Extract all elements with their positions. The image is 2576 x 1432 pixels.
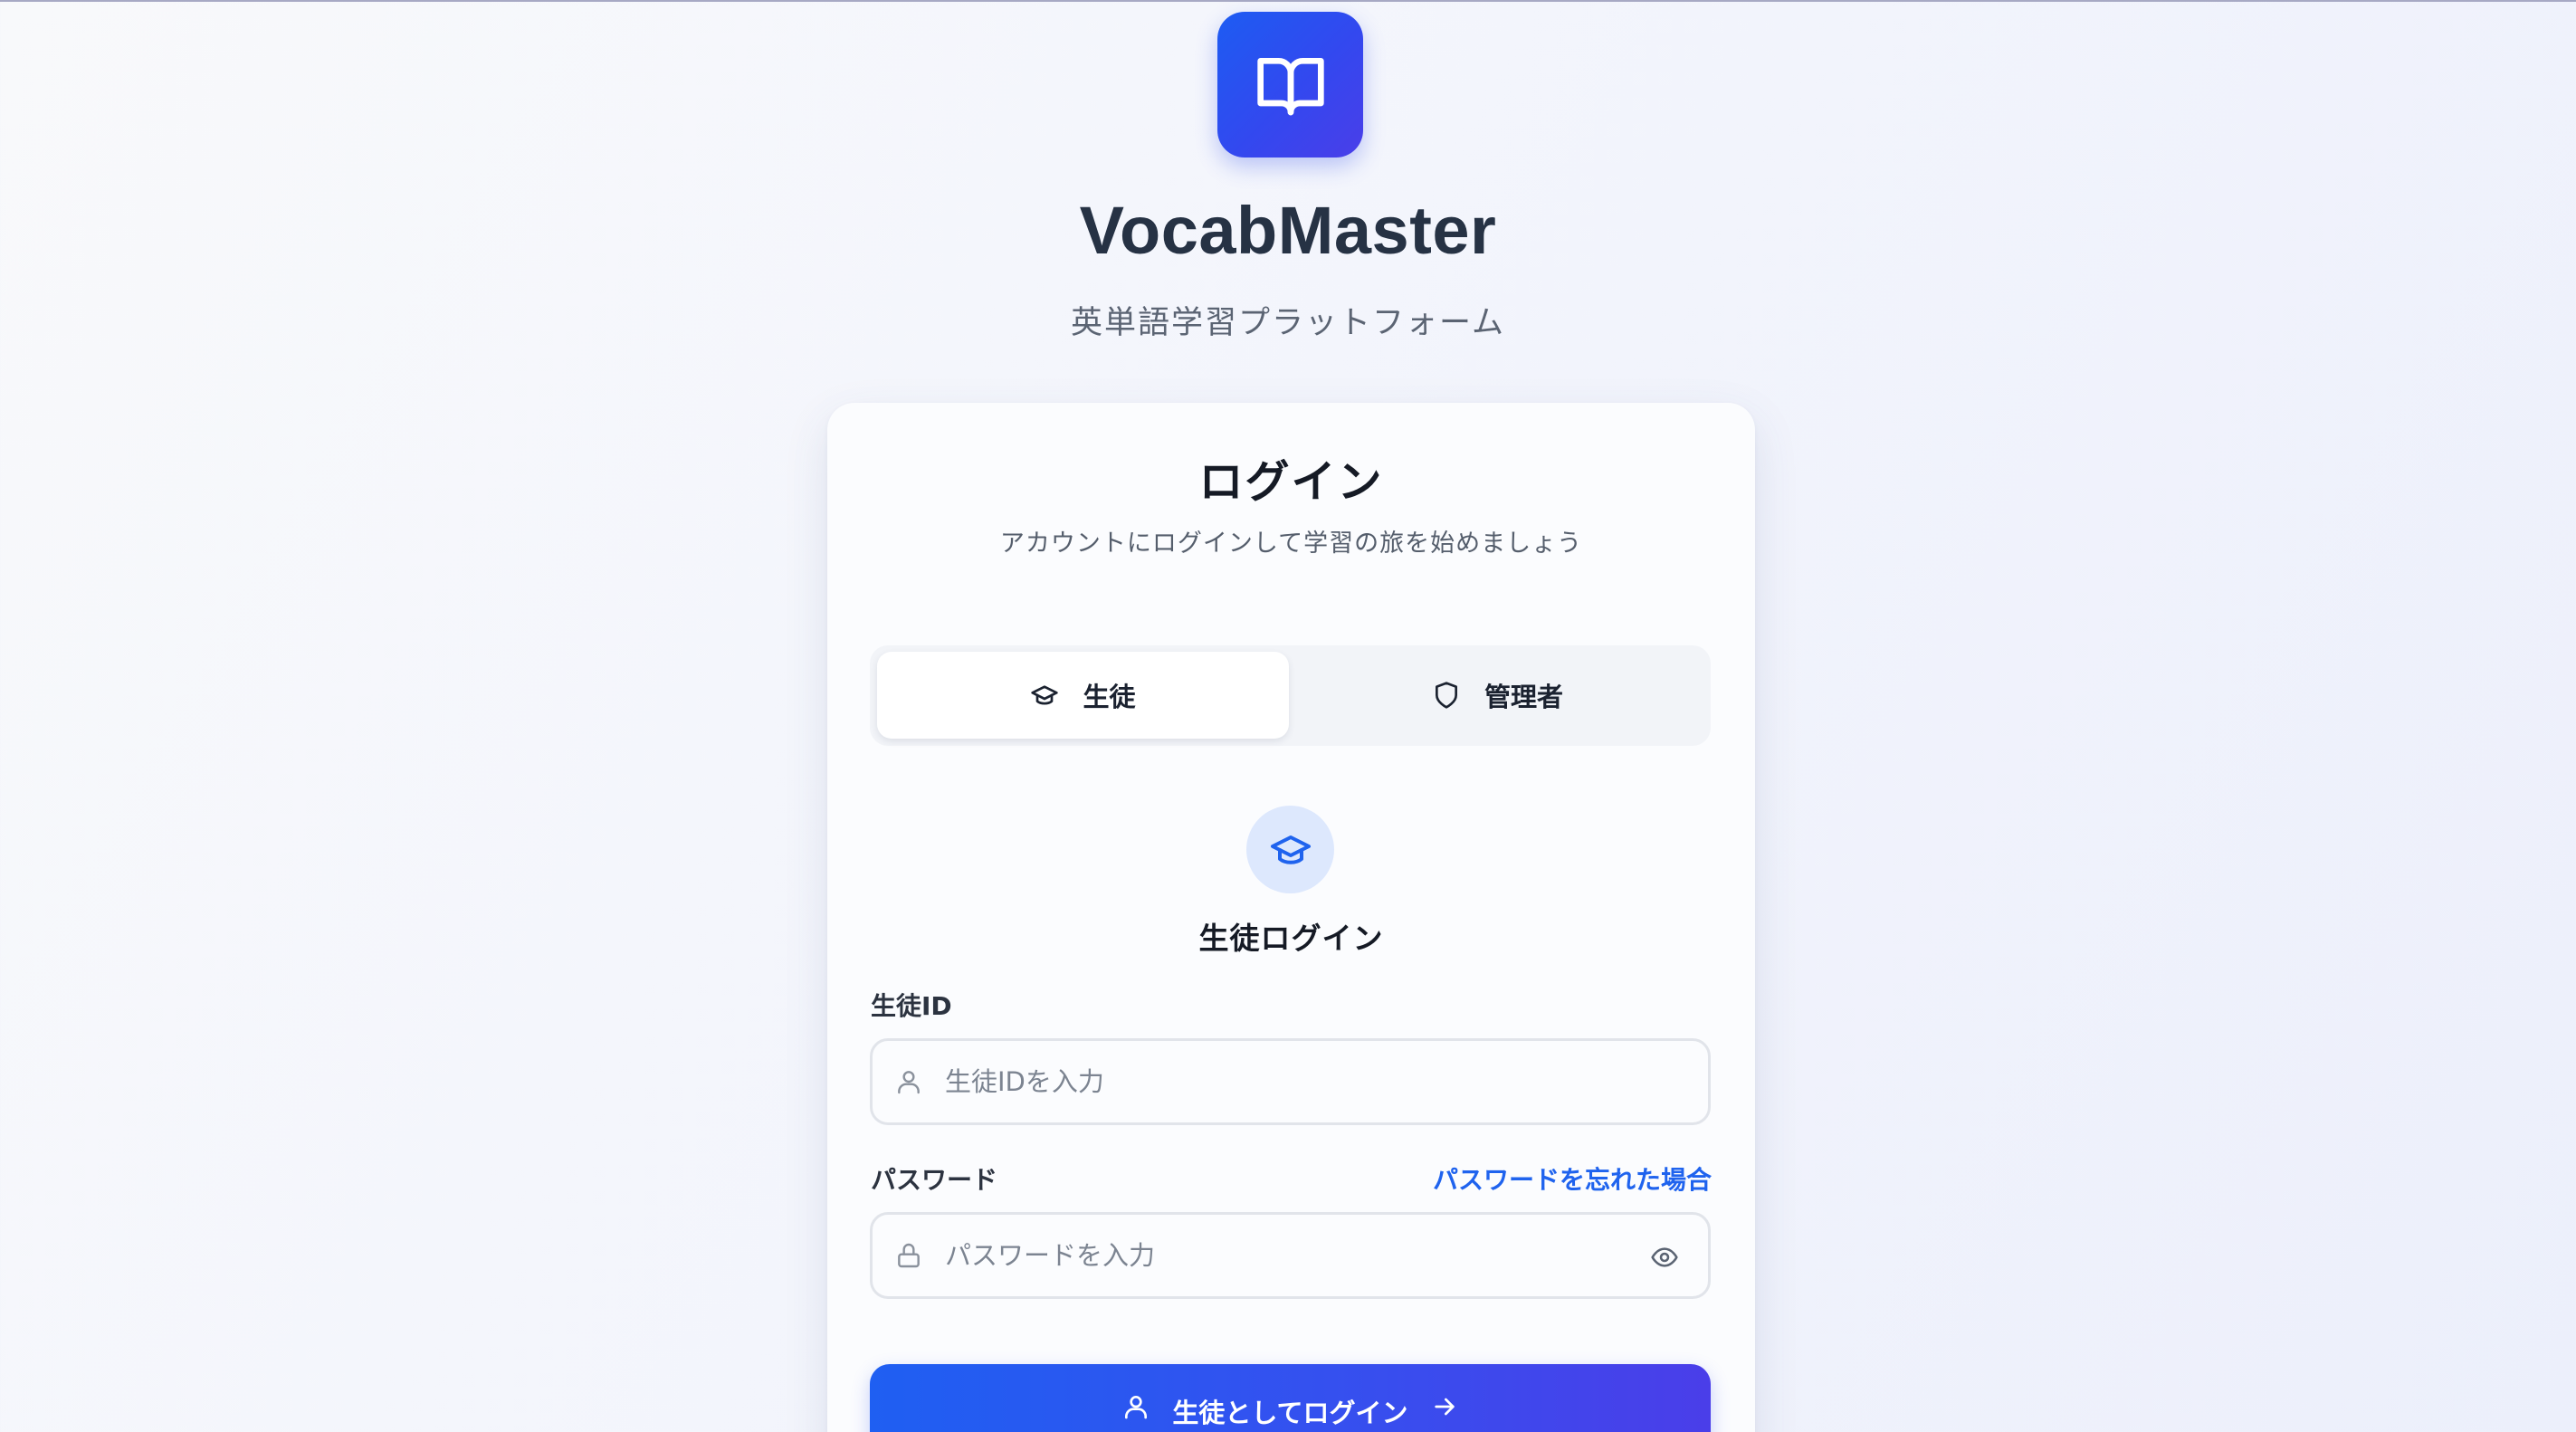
app-tagline: 英単語学習プラットフォーム: [1071, 305, 1505, 341]
student-login-button[interactable]: 生徒としてログイン: [870, 1364, 1711, 1432]
student-id-label: 生徒ID: [871, 991, 952, 1021]
app-logo: [1217, 12, 1363, 158]
user-icon: [894, 1067, 923, 1096]
open-book-icon: [1255, 49, 1327, 121]
login-title: ログイン: [1198, 456, 1384, 508]
window-top-border: [0, 0, 2576, 2]
arrow-right-icon: [1430, 1392, 1459, 1421]
tab-student-label: 生徒: [1083, 682, 1136, 712]
login-subtitle: アカウントにログインして学習の旅を始めましょう: [999, 530, 1583, 558]
forgot-password-link[interactable]: パスワードを忘れた場合: [1433, 1160, 1712, 1197]
password-label: パスワード: [871, 1165, 998, 1195]
student-id-field: [870, 1038, 1711, 1125]
app-title: VocabMaster: [1079, 193, 1497, 268]
role-badge: [1246, 806, 1334, 893]
student-id-input[interactable]: [945, 1041, 1651, 1122]
role-tabs: 生徒 管理者: [870, 645, 1711, 746]
lock-icon: [894, 1241, 923, 1270]
graduation-cap-icon: [1030, 681, 1059, 710]
role-title: 生徒ログイン: [1198, 921, 1384, 956]
password-input[interactable]: [945, 1215, 1651, 1296]
user-icon: [1121, 1392, 1150, 1421]
shield-icon: [1432, 681, 1461, 710]
tab-admin-label: 管理者: [1484, 682, 1563, 712]
tab-admin[interactable]: 管理者: [1292, 652, 1703, 739]
eye-icon[interactable]: [1650, 1243, 1679, 1272]
login-card: ログイン アカウントにログインして学習の旅を始めましょう 生徒 管理者 生徒ログ…: [827, 403, 1755, 1432]
password-field: [870, 1212, 1711, 1299]
student-login-label: 生徒としてログイン: [1172, 1398, 1408, 1428]
tab-student[interactable]: 生徒: [877, 652, 1289, 739]
graduation-cap-icon: [1269, 828, 1312, 872]
